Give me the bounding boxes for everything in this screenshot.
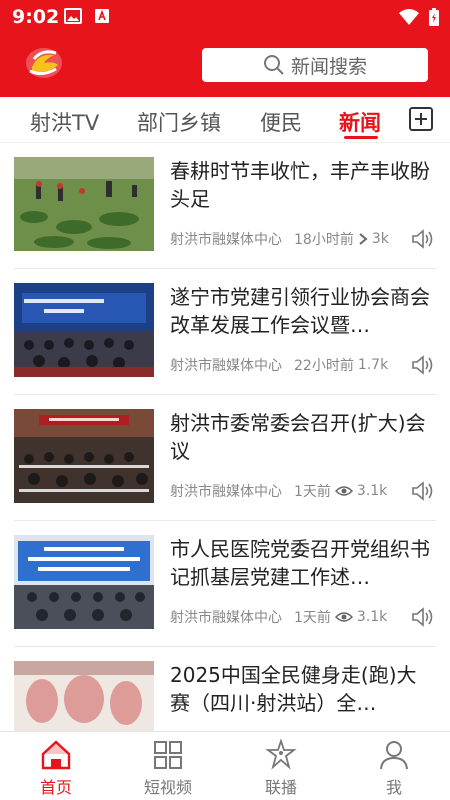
news-thumbnail <box>14 661 154 731</box>
tab-sheyhong-tv[interactable]: 射洪TV <box>30 107 99 137</box>
user-icon <box>380 741 408 770</box>
news-item[interactable]: 射洪市委常委会召开(扩大)会议 射洪市融媒体中心 1天前 3.1k <box>14 395 436 521</box>
news-title[interactable]: 春耕时节丰收忙，丰产丰收盼头足 <box>170 157 432 213</box>
nav-broadcast[interactable]: 联播 <box>225 732 337 800</box>
status-icons-left <box>64 8 110 24</box>
speaker-icon[interactable] <box>410 355 436 375</box>
nav-home-label: 首页 <box>39 778 72 797</box>
news-meta: 射洪市融媒体中心 22小时前 1.7k <box>170 353 436 377</box>
image-icon <box>64 8 82 24</box>
speaker-icon[interactable] <box>410 229 436 249</box>
channel-tabbar: 射洪TV 部门乡镇 便民 新闻 <box>0 97 450 143</box>
speaker-icon[interactable] <box>410 481 436 501</box>
news-views: 3k <box>371 231 389 247</box>
news-item[interactable]: 2025中国全民健身走(跑)大赛（四川·射洪站）全… <box>14 647 436 731</box>
eye-icon <box>334 486 353 496</box>
news-item[interactable]: 遂宁市党建引领行业协会商会改革发展工作会议暨… 射洪市融媒体中心 22小时前 1… <box>14 269 436 395</box>
news-meta: 射洪市融媒体中心 18小时前 3k <box>170 227 436 251</box>
news-meta: 射洪市融媒体中心 1天前 3.1k <box>170 605 436 629</box>
news-thumbnail <box>14 409 154 503</box>
news-title[interactable]: 射洪市委常委会召开(扩大)会议 <box>170 409 432 465</box>
search-icon <box>263 55 284 75</box>
nav-short-video-label: 短视频 <box>143 778 192 797</box>
tab-departments-towns[interactable]: 部门乡镇 <box>137 107 221 137</box>
speaker-icon[interactable] <box>410 607 436 627</box>
news-time: 1天前 <box>294 610 331 626</box>
news-source: 射洪市融媒体中心 <box>170 484 282 500</box>
news-time: 22小时前 <box>294 358 354 374</box>
search-placeholder: 新闻搜索 <box>290 55 367 78</box>
nav-me[interactable]: 我 <box>338 732 450 800</box>
plus-square-icon[interactable] <box>409 107 433 131</box>
search-input[interactable]: 新闻搜索 <box>202 48 428 82</box>
news-source: 射洪市融媒体中心 <box>170 232 282 248</box>
news-title[interactable]: 市人民医院党委召开党组织书记抓基层党建工作述… <box>170 535 432 591</box>
grid-icon <box>154 741 182 769</box>
news-list: 春耕时节丰收忙，丰产丰收盼头足 射洪市融媒体中心 18小时前 3k 遂宁市党建引… <box>0 143 450 731</box>
tab-convenience[interactable]: 便民 <box>260 107 302 137</box>
news-thumbnail <box>14 535 154 629</box>
news-title[interactable]: 遂宁市党建引领行业协会商会改革发展工作会议暨… <box>170 283 432 339</box>
app-logo[interactable] <box>24 45 64 81</box>
nav-short-video[interactable]: 短视频 <box>112 732 224 800</box>
bottom-navigation: 首页 短视频 联播 我 <box>0 731 450 800</box>
eye-icon <box>334 612 353 622</box>
news-time: 18小时前 <box>294 232 354 248</box>
news-views: 1.7k <box>357 357 389 373</box>
wifi-icon <box>399 9 419 25</box>
news-title[interactable]: 2025中国全民健身走(跑)大赛（四川·射洪站）全… <box>170 661 432 717</box>
battery-charging-icon <box>429 8 439 26</box>
news-thumbnail <box>14 283 154 377</box>
home-icon <box>41 740 71 770</box>
news-views: 3.1k <box>356 483 388 499</box>
nav-me-label: 我 <box>385 778 402 797</box>
status-icons-right <box>398 7 440 27</box>
tab-news[interactable]: 新闻 <box>339 107 381 137</box>
arrow-icon <box>359 233 368 245</box>
status-bar: 9:02 <box>0 0 450 34</box>
news-item[interactable]: 市人民医院党委召开党组织书记抓基层党建工作述… 射洪市融媒体中心 1天前 3.1… <box>14 521 436 647</box>
nav-home[interactable]: 首页 <box>0 732 112 800</box>
news-source: 射洪市融媒体中心 <box>170 358 282 374</box>
news-item[interactable]: 春耕时节丰收忙，丰产丰收盼头足 射洪市融媒体中心 18小时前 3k <box>14 143 436 269</box>
app-header: 9:02 新闻搜索 <box>0 0 450 97</box>
news-views: 3.1k <box>356 609 388 625</box>
star-figure-icon <box>265 739 297 770</box>
active-tab-indicator <box>344 136 378 139</box>
app-a-icon <box>95 9 109 23</box>
news-source: 射洪市融媒体中心 <box>170 610 282 626</box>
status-time: 9:02 <box>12 6 60 28</box>
news-meta: 射洪市融媒体中心 1天前 3.1k <box>170 479 436 503</box>
news-thumbnail <box>14 157 154 251</box>
news-time: 1天前 <box>294 484 331 500</box>
nav-broadcast-label: 联播 <box>264 778 297 797</box>
